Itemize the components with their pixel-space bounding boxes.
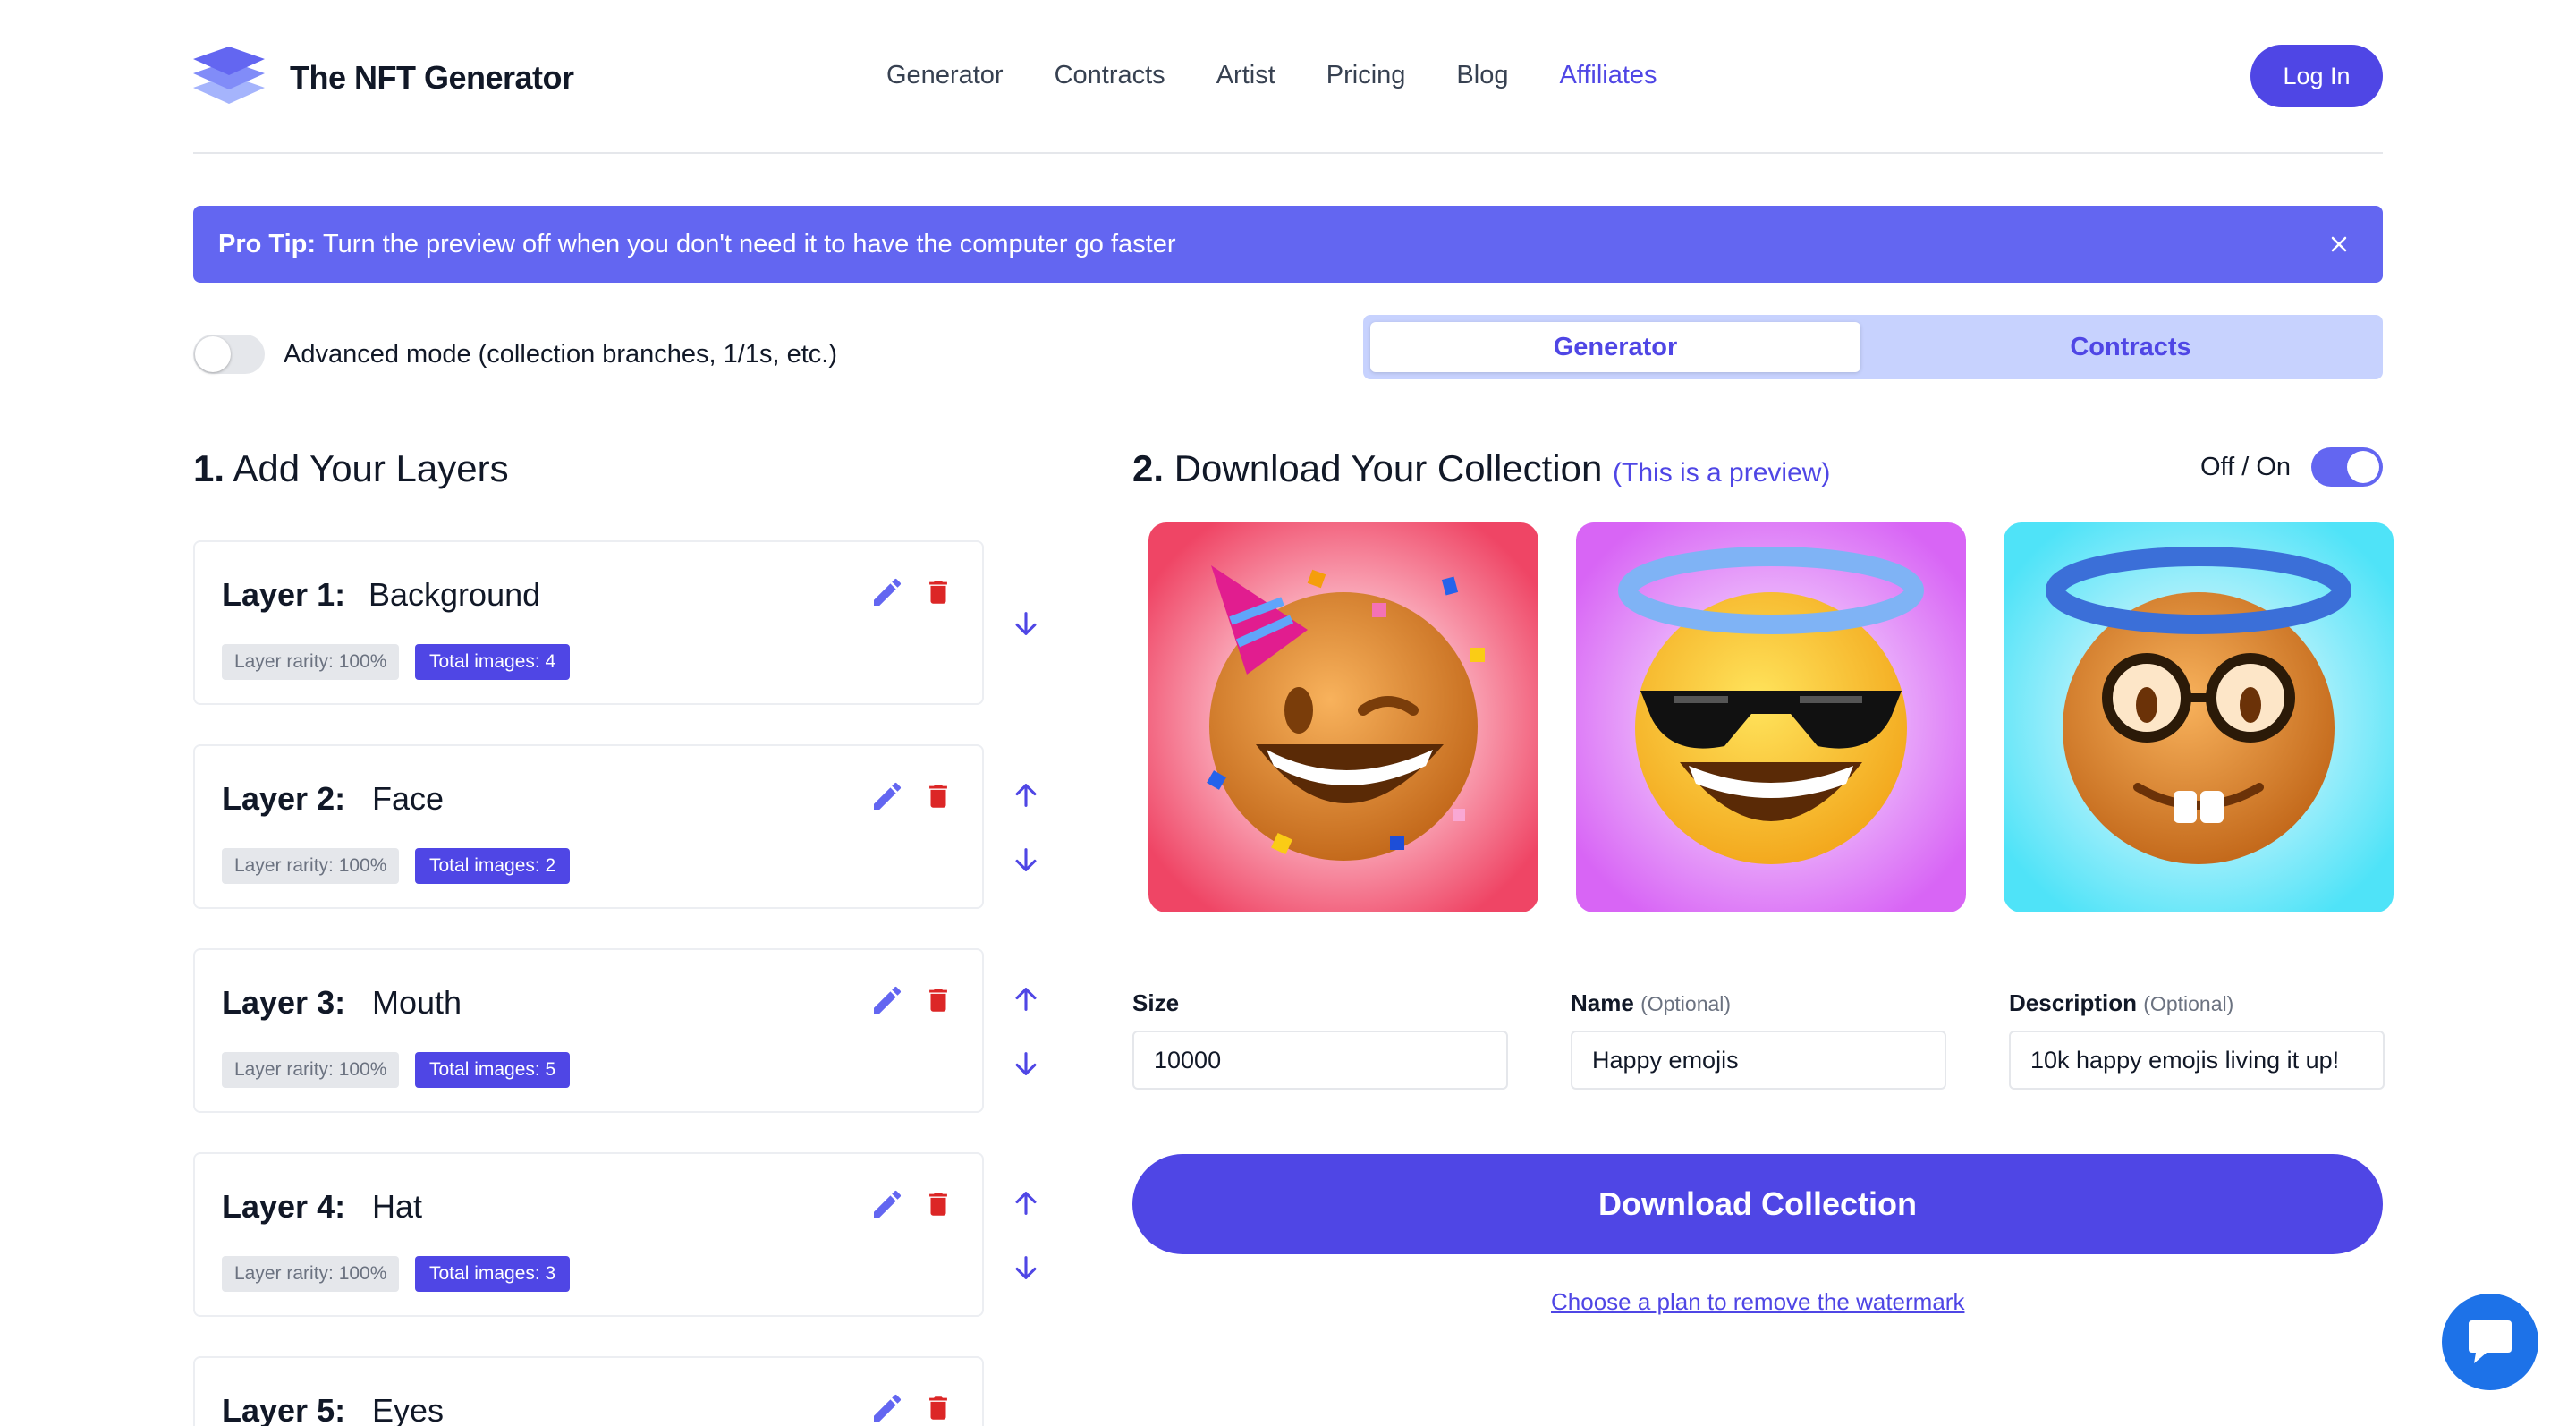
layer-name: Layer 4:: [222, 1188, 346, 1225]
download-collection-button[interactable]: Download Collection: [1132, 1154, 2383, 1254]
preview-image-1: [1148, 522, 1538, 912]
close-icon[interactable]: [2326, 231, 2352, 258]
preview-image-3: [2004, 522, 2394, 912]
pro-tip-text: Turn the preview off when you don't need…: [323, 229, 1176, 259]
arrow-down-icon[interactable]: [1011, 1252, 1041, 1283]
preview-toggle-label: Off / On: [2200, 453, 2292, 481]
layer-rarity-badge: Layer rarity: 100%: [222, 848, 400, 884]
layer-name: Layer 5:: [222, 1392, 346, 1426]
nav-contracts[interactable]: Contracts: [1055, 61, 1165, 90]
layer-name: Layer 3:: [222, 984, 346, 1021]
arrow-down-icon[interactable]: [1011, 845, 1041, 875]
layer-value: Eyes: [372, 1392, 445, 1426]
preview-image-2: [1576, 522, 1966, 912]
pencil-icon[interactable]: [869, 574, 905, 610]
nav-artist[interactable]: Artist: [1216, 61, 1275, 90]
layer-value: Background: [369, 576, 541, 613]
arrow-up-icon[interactable]: [1011, 984, 1041, 1014]
name-field[interactable]: [1571, 1031, 1946, 1090]
nav-generator[interactable]: Generator: [886, 61, 1004, 90]
advanced-mode-toggle[interactable]: [193, 335, 265, 374]
pencil-icon[interactable]: [869, 1186, 905, 1222]
pro-tip-label: Pro Tip:: [218, 229, 317, 259]
description-field[interactable]: [2009, 1031, 2385, 1090]
pencil-icon[interactable]: [869, 982, 905, 1018]
size-field[interactable]: [1132, 1031, 1508, 1090]
pencil-icon[interactable]: [869, 778, 905, 814]
brand-name[interactable]: The NFT Generator: [290, 59, 574, 97]
chat-button[interactable]: [2442, 1294, 2538, 1390]
layer-value: Hat: [372, 1188, 423, 1225]
trash-icon[interactable]: [923, 1390, 953, 1426]
download-heading: 2. Download Your Collection (This is a p…: [1132, 447, 1831, 489]
total-images-badge: Total images: 5: [415, 1052, 571, 1088]
trash-icon[interactable]: [923, 982, 953, 1018]
description-label: Description (Optional): [2009, 989, 2234, 1016]
arrow-down-icon[interactable]: [1011, 608, 1041, 639]
chat-icon: [2469, 1320, 2512, 1363]
header: The NFT Generator Generator Contracts Ar…: [193, 0, 2383, 154]
arrow-up-icon[interactable]: [1011, 780, 1041, 811]
total-images-badge: Total images: 2: [415, 848, 571, 884]
layer-value: Face: [372, 780, 445, 817]
logo-icon[interactable]: [193, 45, 265, 106]
preview-note: (This is a preview): [1613, 458, 1831, 488]
total-images-badge: Total images: 4: [415, 644, 571, 680]
layer-card: Layer 5: Eyes: [193, 1356, 984, 1426]
nav-pricing[interactable]: Pricing: [1326, 61, 1406, 90]
layer-card: Layer 3: Mouth Layer rarity: 100% Total …: [193, 948, 984, 1113]
name-label: Name (Optional): [1571, 989, 1732, 1016]
nav-blog[interactable]: Blog: [1456, 61, 1508, 90]
tab-contracts[interactable]: Contracts: [1885, 322, 2376, 372]
trash-icon[interactable]: [923, 574, 953, 610]
layer-rarity-badge: Layer rarity: 100%: [222, 644, 400, 680]
arrow-up-icon[interactable]: [1011, 1188, 1041, 1218]
login-button[interactable]: Log In: [2250, 45, 2383, 107]
remove-watermark-link[interactable]: Choose a plan to remove the watermark: [1551, 1288, 1964, 1316]
layer-rarity-badge: Layer rarity: 100%: [222, 1052, 400, 1088]
trash-icon[interactable]: [923, 1186, 953, 1222]
nav-affiliates[interactable]: Affiliates: [1559, 61, 1657, 90]
layer-card: Layer 1: Background Layer rarity: 100% T…: [193, 540, 984, 705]
layer-name: Layer 2:: [222, 780, 346, 817]
size-label: Size: [1132, 989, 1180, 1016]
layer-card: Layer 2: Face Layer rarity: 100% Total i…: [193, 744, 984, 909]
layer-card: Layer 4: Hat Layer rarity: 100% Total im…: [193, 1152, 984, 1317]
pro-tip-banner: Pro Tip: Turn the preview off when you d…: [193, 206, 2383, 283]
layer-name: Layer 1:: [222, 576, 346, 613]
arrow-down-icon[interactable]: [1011, 1048, 1041, 1079]
tab-generator[interactable]: Generator: [1370, 322, 1860, 372]
trash-icon[interactable]: [923, 778, 953, 814]
advanced-mode-label: Advanced mode (collection branches, 1/1s…: [284, 340, 837, 369]
main-nav: Generator Contracts Artist Pricing Blog …: [886, 61, 1708, 90]
preview-toggle[interactable]: [2311, 447, 2383, 487]
layer-value: Mouth: [372, 984, 462, 1021]
pencil-icon[interactable]: [869, 1390, 905, 1426]
total-images-badge: Total images: 3: [415, 1256, 571, 1292]
layer-rarity-badge: Layer rarity: 100%: [222, 1256, 400, 1292]
mode-tabs: Generator Contracts: [1363, 315, 2383, 379]
layers-heading: 1. Add Your Layers: [193, 447, 509, 489]
